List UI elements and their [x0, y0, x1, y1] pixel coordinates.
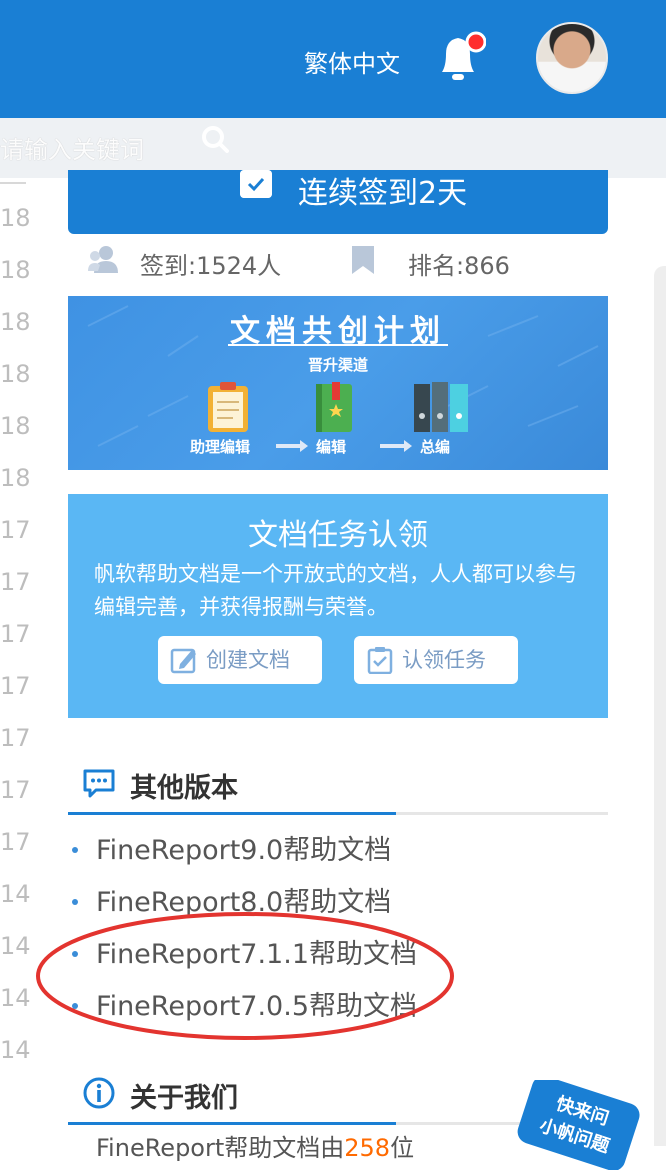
- folders-icon: [414, 382, 468, 432]
- chat-bubble-icon: [83, 769, 115, 798]
- section-title: 关于我们: [130, 1083, 238, 1114]
- step-assistant-editor: 助理编辑: [190, 438, 251, 456]
- left-number: 17: [0, 672, 31, 700]
- left-number: 14: [0, 1036, 31, 1064]
- left-number: 14: [0, 932, 31, 960]
- left-number: 18: [0, 308, 31, 336]
- language-switch[interactable]: 繁体中文: [304, 44, 400, 79]
- section-divider: [68, 812, 608, 815]
- bookmark-icon: [352, 246, 374, 274]
- left-number: 17: [0, 724, 31, 752]
- left-number: 17: [0, 828, 31, 856]
- highlight-annotation: [36, 912, 454, 1040]
- create-doc-label: 创建文档: [206, 648, 290, 672]
- task-banner: 文档任务认领 帆软帮助文档是一个开放式的文档，人人都可以参与编辑完善，并获得报酬…: [68, 494, 608, 718]
- section-title: 其他版本: [130, 773, 238, 804]
- arrow-icon: [276, 440, 308, 452]
- banner-subtitle: 晋升渠道: [307, 356, 368, 374]
- title-underline: [228, 344, 448, 346]
- info-icon: [83, 1077, 115, 1109]
- scrollbar-track[interactable]: [654, 266, 666, 1146]
- help-sticker[interactable]: 快来问 小帆问题: [502, 1080, 652, 1170]
- left-number: 18: [0, 464, 31, 492]
- edit-icon: [170, 648, 196, 674]
- users-icon: [88, 246, 118, 273]
- version-link[interactable]: FineReport9.0帮助文档: [72, 828, 391, 867]
- other-versions-header: 其他版本: [68, 758, 608, 808]
- signin-count: 签到:1524人: [140, 252, 282, 280]
- cocreate-banner[interactable]: 文档共创计划 晋升渠道 助理编辑 编辑 总编: [68, 296, 608, 470]
- search-icon[interactable]: [200, 124, 230, 154]
- left-divider: [0, 182, 26, 184]
- book-icon: [316, 382, 352, 432]
- notification-badge: [465, 31, 486, 53]
- top-header: 繁体中文: [0, 0, 666, 118]
- left-number: 17: [0, 776, 31, 804]
- left-number: 18: [0, 256, 31, 284]
- check-icon: [240, 170, 272, 198]
- left-number: 18: [0, 204, 31, 232]
- task-banner-title: 文档任务认领: [248, 518, 428, 553]
- create-doc-button[interactable]: 创建文档: [158, 636, 322, 684]
- signin-label[interactable]: 连续签到2天: [298, 168, 467, 212]
- left-number: 17: [0, 516, 31, 544]
- left-number: 18: [0, 360, 31, 388]
- left-number: 14: [0, 984, 31, 1012]
- task-banner-description: 帆软帮助文档是一个开放式的文档，人人都可以参与编辑完善，并获得报酬与荣誉。: [94, 562, 577, 619]
- step-editor: 编辑: [316, 438, 347, 456]
- arrow-icon: [380, 440, 412, 452]
- clipboard-icon: [208, 382, 248, 432]
- left-number: 17: [0, 620, 31, 648]
- avatar[interactable]: [536, 22, 608, 94]
- left-number: 17: [0, 568, 31, 596]
- step-chief-editor: 总编: [420, 438, 451, 456]
- task-check-icon: [367, 647, 393, 674]
- claim-task-label: 认领任务: [402, 648, 486, 672]
- signin-stats: 签到:1524人 排名:866: [88, 244, 608, 280]
- left-number: 14: [0, 880, 31, 908]
- notification-bell-icon[interactable]: [434, 30, 486, 86]
- rank: 排名:866: [408, 252, 510, 280]
- left-number: 18: [0, 412, 31, 440]
- claim-task-button[interactable]: 认领任务: [354, 636, 518, 684]
- search-input[interactable]: 请输入关键词: [0, 130, 144, 165]
